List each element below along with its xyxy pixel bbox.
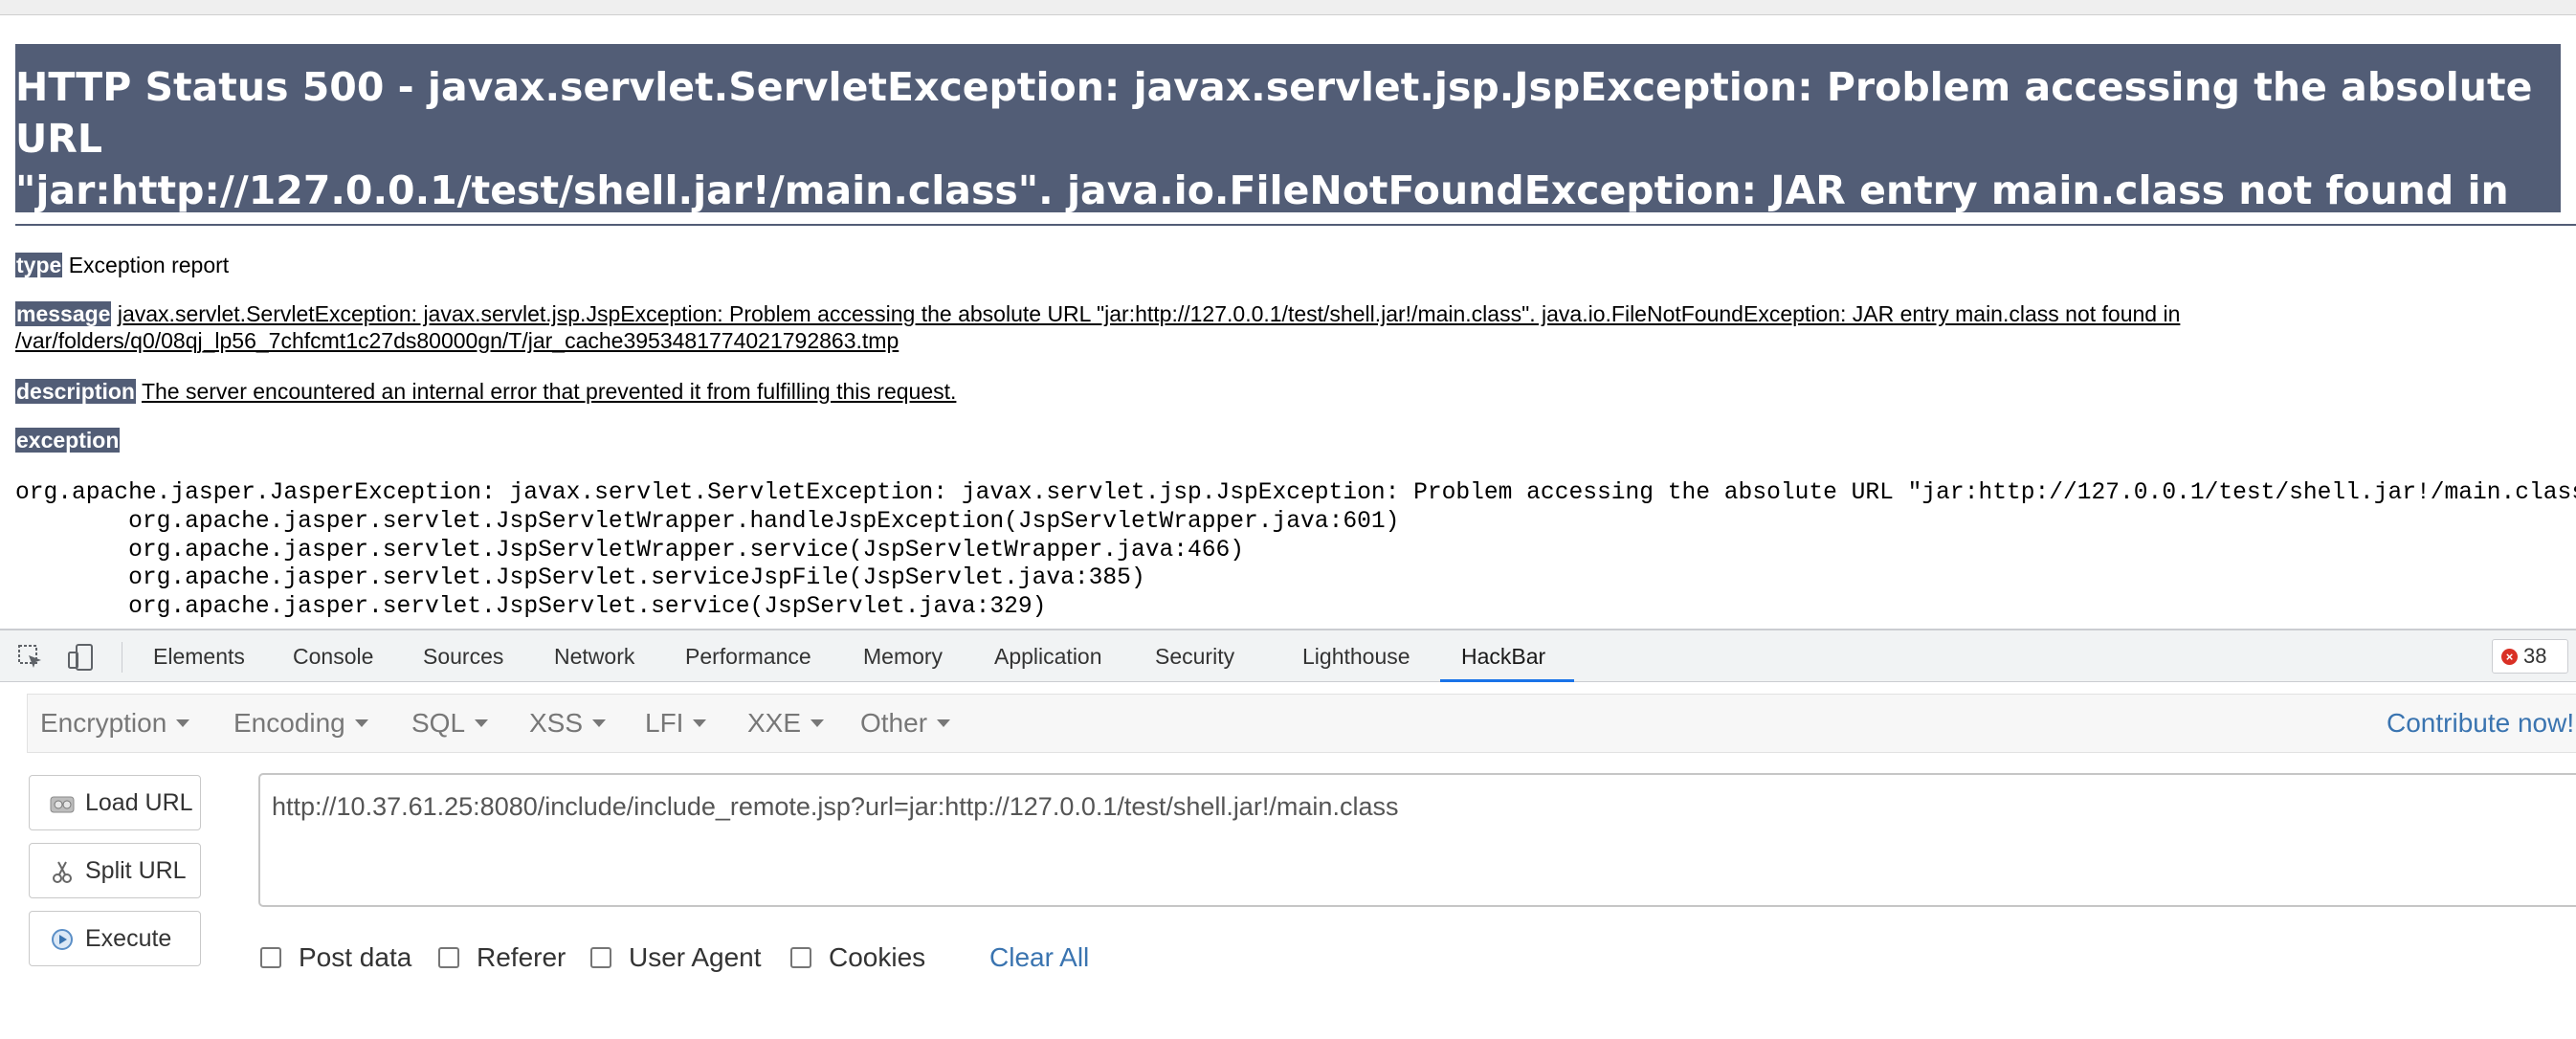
menu-encoding[interactable]: Encoding	[233, 695, 368, 752]
chevron-down-icon	[811, 718, 825, 727]
tab-security[interactable]: Security	[1155, 630, 1234, 682]
menu-lfi-label: LFI	[645, 708, 684, 738]
stack-trace: org.apache.jasper.JasperException: javax…	[15, 480, 2576, 621]
menu-lfi[interactable]: LFI	[645, 695, 707, 752]
chevron-down-icon	[693, 718, 707, 727]
message-value-line2: /var/folders/q0/08qj_lp56_7chfcmt1c27ds8…	[15, 328, 899, 353]
chevron-down-icon	[937, 718, 951, 727]
referer-label: Referer	[477, 942, 566, 972]
url-input[interactable]	[258, 773, 2576, 907]
split-url-label: Split URL	[85, 857, 187, 884]
type-value: Exception report	[68, 253, 230, 277]
tab-performance[interactable]: Performance	[685, 630, 811, 682]
error-icon: ×	[2501, 649, 2518, 665]
type-label: type	[15, 253, 63, 277]
load-icon	[50, 796, 75, 813]
description-row: description The server encountered an in…	[15, 379, 956, 405]
tab-elements[interactable]: Elements	[153, 630, 245, 682]
play-icon	[52, 929, 73, 950]
devtools-tabbar: Elements Console Sources Network Perform…	[0, 629, 2576, 682]
description-value: The server encountered an internal error…	[141, 379, 957, 404]
menu-encryption[interactable]: Encryption	[40, 695, 190, 752]
menu-xxe[interactable]: XXE	[747, 695, 825, 752]
device-toolbar-icon[interactable]	[65, 642, 96, 673]
checkbox-box[interactable]	[590, 947, 611, 968]
post-data-label: Post data	[299, 942, 412, 972]
message-label: message	[15, 301, 112, 326]
user-agent-label: User Agent	[629, 942, 762, 972]
message-row-cont: /var/folders/q0/08qj_lp56_7chfcmt1c27ds8…	[15, 328, 899, 354]
load-url-label: Load URL	[85, 789, 193, 816]
chevron-down-icon	[354, 718, 368, 727]
chevron-down-icon	[176, 718, 190, 727]
message-value-line1: javax.servlet.ServletException: javax.se…	[117, 301, 2181, 326]
menu-other-label: Other	[860, 708, 928, 738]
message-row: message javax.servlet.ServletException: …	[15, 301, 2180, 327]
inspect-element-icon[interactable]	[15, 642, 46, 673]
error-count: 38	[2523, 644, 2547, 668]
hackbar-menu: Encryption Encoding SQL XSS LFI XXE Othe…	[27, 694, 2576, 753]
tab-sources[interactable]: Sources	[423, 630, 503, 682]
tab-application[interactable]: Application	[994, 630, 1102, 682]
chevron-down-icon	[475, 718, 489, 727]
devtools-panel: Elements Console Sources Network Perform…	[0, 629, 2576, 1039]
tab-lighthouse[interactable]: Lighthouse	[1302, 630, 1410, 682]
cookies-label: Cookies	[829, 942, 926, 972]
load-url-button[interactable]: Load URL	[29, 775, 201, 830]
exception-label: exception	[15, 428, 121, 453]
menu-sql[interactable]: SQL	[411, 695, 489, 752]
menu-xxe-label: XXE	[747, 708, 802, 738]
browser-top-strip	[0, 0, 2576, 15]
split-url-button[interactable]: Split URL	[29, 843, 201, 898]
checkbox-box[interactable]	[438, 947, 459, 968]
tab-console[interactable]: Console	[293, 630, 373, 682]
tab-network[interactable]: Network	[554, 630, 634, 682]
clear-all-link[interactable]: Clear All	[989, 941, 1089, 974]
menu-encoding-label: Encoding	[233, 708, 345, 738]
type-row: type Exception report	[15, 253, 229, 278]
contribute-link[interactable]: Contribute now!	[2387, 695, 2574, 752]
scissors-icon	[53, 861, 72, 883]
menu-xss-label: XSS	[529, 708, 584, 738]
active-tab-indicator	[1440, 679, 1574, 682]
error-count-badge[interactable]: × 38	[2492, 639, 2568, 674]
execute-button[interactable]: Execute	[29, 911, 201, 966]
chevron-down-icon	[592, 718, 607, 727]
title-divider	[15, 224, 2576, 226]
description-label: description	[15, 379, 136, 404]
error-title: HTTP Status 500 - javax.servlet.ServletE…	[15, 44, 2561, 265]
menu-encryption-label: Encryption	[40, 708, 167, 738]
menu-other[interactable]: Other	[860, 695, 951, 752]
menu-sql-label: SQL	[411, 708, 466, 738]
checkbox-box[interactable]	[790, 947, 811, 968]
tab-hackbar[interactable]: HackBar	[1461, 630, 1545, 682]
checkbox-box[interactable]	[260, 947, 281, 968]
exception-row: exception	[15, 428, 121, 453]
error-page: HTTP Status 500 - javax.servlet.ServletE…	[0, 15, 2576, 629]
execute-label: Execute	[85, 925, 172, 952]
tab-memory[interactable]: Memory	[863, 630, 943, 682]
menu-xss[interactable]: XSS	[529, 695, 607, 752]
